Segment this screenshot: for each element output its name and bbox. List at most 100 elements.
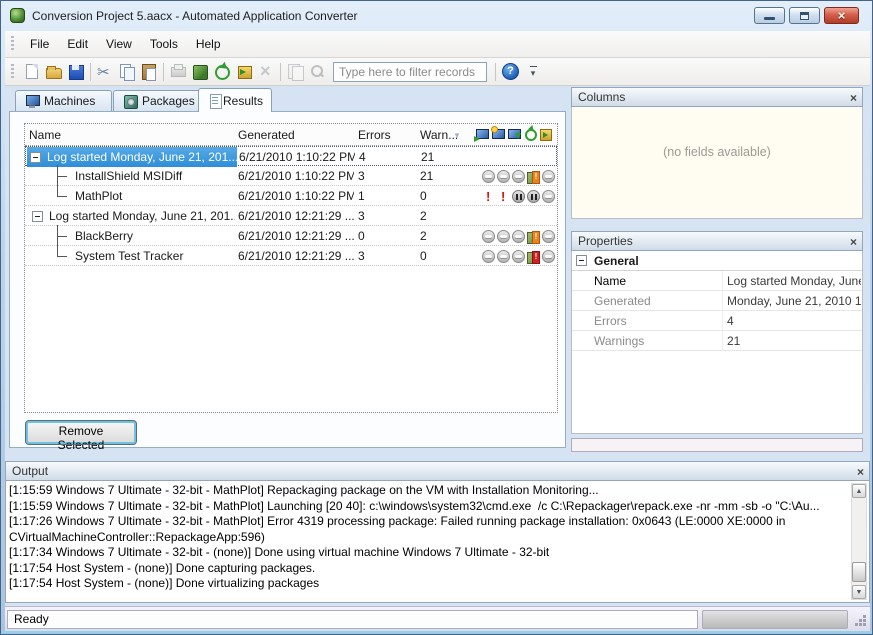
table-row[interactable]: InstallShield MSIDiff 6/21/2010 1:10:22 …	[25, 166, 557, 186]
deploy-vm-icon[interactable]	[475, 127, 489, 141]
chevron-down-icon: ▾	[531, 68, 536, 78]
results-tab-page: Name Generated Errors Warn... ▼ Log star…	[9, 111, 566, 448]
new-file-icon[interactable]	[22, 62, 42, 81]
collapse-expander[interactable]	[30, 152, 41, 163]
property-group[interactable]: General	[572, 251, 862, 271]
menu-grip[interactable]	[11, 36, 14, 52]
row-generated: 6/21/2010 1:10:22 PM	[239, 147, 355, 167]
toolbar-separator	[280, 63, 281, 81]
results-icon	[207, 94, 219, 108]
output-close-icon[interactable]: ×	[857, 463, 864, 481]
open-project-icon[interactable]	[44, 62, 64, 81]
columns-close-icon[interactable]: ×	[850, 89, 857, 107]
no-fields-text: (no fields available)	[572, 145, 862, 159]
toolbar: ? ▾	[5, 58, 870, 86]
minimize-button[interactable]	[754, 7, 785, 24]
scroll-down-icon[interactable]: ▼	[852, 585, 866, 599]
menu-tools[interactable]: Tools	[141, 33, 187, 55]
output-log: [1:15:59 Windows 7 Ultimate - 32-bit - M…	[9, 483, 849, 600]
tab-results-label: Results	[223, 94, 263, 108]
row-warnings: 2	[420, 206, 468, 226]
resize-grip[interactable]	[855, 623, 858, 626]
progress-bar	[702, 610, 848, 629]
install-column-icon[interactable]	[539, 127, 553, 141]
title-bar[interactable]: Conversion Project 5.aacx - Automated Ap…	[1, 1, 872, 31]
overflow-bar-icon	[530, 66, 537, 67]
property-row[interactable]: Name Log started Monday, June	[572, 271, 862, 291]
row-warnings: 2	[420, 226, 468, 246]
columns-panel-header: Columns ×	[571, 87, 863, 107]
menu-help[interactable]: Help	[187, 33, 230, 55]
menu-edit[interactable]: Edit	[58, 33, 97, 55]
toolbar-overflow-button[interactable]: ▾	[526, 66, 540, 77]
property-value: Log started Monday, June	[722, 271, 861, 291]
column-header-errors[interactable]: Errors	[358, 124, 416, 146]
paste-icon[interactable]	[139, 62, 159, 81]
convert-column-icon[interactable]	[523, 127, 537, 141]
row-generated: 6/21/2010 12:21:29 ...	[238, 206, 354, 226]
column-header-name[interactable]: Name	[29, 124, 235, 146]
maximize-button[interactable]	[789, 7, 820, 24]
filter-input[interactable]	[333, 62, 487, 82]
menu-file[interactable]: File	[21, 33, 58, 55]
app-icon	[10, 8, 25, 23]
close-button[interactable]: ×	[824, 7, 859, 24]
snapshot-vm-icon[interactable]	[491, 127, 505, 141]
error-status-icon	[497, 190, 510, 203]
tab-machines[interactable]: Machines	[15, 90, 112, 111]
status-text: Ready	[7, 610, 698, 629]
build-package-icon[interactable]	[190, 62, 210, 81]
scrollbar-thumb[interactable]	[852, 562, 866, 582]
property-row[interactable]: Warnings 21	[572, 331, 862, 351]
copy-icon[interactable]	[117, 62, 137, 81]
property-value: 21	[722, 331, 861, 351]
pkg-warning-status-icon	[527, 170, 540, 183]
window-title: Conversion Project 5.aacx - Automated Ap…	[32, 9, 358, 23]
remove-selected-button[interactable]: Remove Selected	[26, 421, 136, 444]
toolbar-separator	[495, 63, 496, 81]
none-status-icon	[497, 230, 510, 243]
property-label: Errors	[594, 311, 718, 331]
help-icon[interactable]: ?	[502, 63, 519, 80]
pause-status-icon	[527, 190, 540, 203]
menu-view[interactable]: View	[97, 33, 141, 55]
property-row[interactable]: Errors 4	[572, 311, 862, 331]
report-icon[interactable]	[285, 62, 305, 81]
none-status-icon	[512, 250, 525, 263]
row-name: InstallShield MSIDiff	[29, 166, 235, 186]
tab-results[interactable]: Results	[198, 88, 272, 112]
row-name: BlackBerry	[29, 226, 235, 246]
capture-printer-icon[interactable]	[168, 62, 188, 81]
none-status-icon	[482, 170, 495, 183]
sort-arrow-icon[interactable]: ▼	[453, 131, 461, 140]
tab-packages[interactable]: Packages	[113, 90, 207, 111]
cut-icon[interactable]	[95, 62, 115, 81]
properties-close-icon[interactable]: ×	[850, 233, 857, 251]
table-row[interactable]: BlackBerry 6/21/2010 12:21:29 ... 0 2	[25, 226, 557, 246]
delete-icon[interactable]	[256, 62, 276, 81]
table-row[interactable]: Log started Monday, June 21, 201... 6/21…	[25, 146, 557, 166]
output-line: [1:17:54 Host System - (none)] Done capt…	[9, 561, 849, 577]
table-row[interactable]: Log started Monday, June 21, 201... 6/21…	[25, 206, 557, 226]
window-controls: ×	[754, 7, 859, 24]
output-scrollbar[interactable]: ▲ ▼	[851, 483, 867, 600]
row-generated: 6/21/2010 12:21:29 ...	[238, 226, 354, 246]
toolbar-grip[interactable]	[11, 64, 14, 80]
columns-panel-title: Columns	[578, 90, 625, 104]
install-package-icon[interactable]	[234, 62, 254, 81]
group-expander[interactable]	[576, 255, 587, 266]
table-row[interactable]: System Test Tracker 6/21/2010 12:21:29 .…	[25, 246, 557, 266]
property-row[interactable]: Generated Monday, June 21, 2010 1:10	[572, 291, 862, 311]
machines-icon	[24, 94, 40, 108]
table-row[interactable]: MathPlot 6/21/2010 1:10:22 PM 1 0	[25, 186, 557, 206]
save-project-icon[interactable]	[66, 62, 86, 81]
collapse-expander[interactable]	[32, 211, 43, 222]
capture-vm-icon[interactable]	[507, 127, 521, 141]
row-name: MathPlot	[29, 186, 235, 206]
find-icon[interactable]	[307, 62, 327, 81]
error-status-icon	[482, 190, 495, 203]
convert-icon[interactable]	[212, 62, 232, 81]
scroll-up-icon[interactable]: ▲	[852, 484, 866, 498]
column-header-generated[interactable]: Generated	[238, 124, 354, 146]
output-panel-body: [1:15:59 Windows 7 Ultimate - 32-bit - M…	[5, 481, 870, 603]
